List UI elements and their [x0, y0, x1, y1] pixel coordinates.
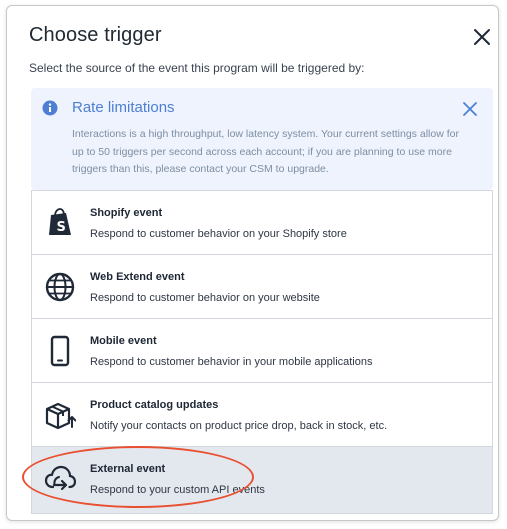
close-icon[interactable] [471, 26, 493, 48]
shopify-icon: S [49, 208, 71, 235]
info-icon [42, 100, 58, 116]
globe-icon [45, 272, 75, 302]
option-description: Respond to your custom API events [90, 484, 265, 496]
close-icon[interactable] [462, 101, 478, 117]
mobile-icon [50, 335, 70, 367]
alert-dismiss-button[interactable] [462, 101, 478, 117]
option-description: Respond to customer behavior on your Sho… [90, 228, 347, 240]
cloud-arrow-icon [44, 465, 76, 491]
option-title: Mobile event [90, 335, 157, 347]
option-description: Notify your contacts on product price dr… [90, 420, 388, 432]
choose-trigger-dialog: Choose trigger Select the source of the … [6, 5, 499, 521]
option-external-event[interactable]: External event Respond to your custom AP… [32, 447, 492, 513]
option-description: Respond to customer behavior on your web… [90, 292, 320, 304]
option-shopify-event[interactable]: S Shopify event Respond to customer beha… [32, 191, 492, 255]
option-title: External event [90, 463, 166, 475]
package-icon [45, 402, 76, 430]
option-title: Web Extend event [90, 271, 185, 283]
trigger-options-list: S Shopify event Respond to customer beha… [31, 190, 493, 514]
option-web-extend-event[interactable]: Web Extend event Respond to customer beh… [32, 255, 492, 319]
close-button[interactable] [471, 26, 493, 48]
alert-body: Interactions is a high throughput, low l… [72, 128, 459, 175]
option-title: Product catalog updates [90, 399, 219, 411]
rate-limit-alert: Rate limitations Interactions is a high … [31, 88, 493, 190]
option-description: Respond to customer behavior in your mob… [90, 356, 373, 368]
svg-text:S: S [57, 220, 66, 235]
option-title: Shopify event [90, 207, 163, 219]
alert-title: Rate limitations [72, 99, 175, 116]
dialog-title: Choose trigger [29, 24, 162, 46]
dialog-subtitle: Select the source of the event this prog… [29, 61, 365, 75]
option-product-catalog-updates[interactable]: Product catalog updates Notify your cont… [32, 383, 492, 447]
option-mobile-event[interactable]: Mobile event Respond to customer behavio… [32, 319, 492, 383]
